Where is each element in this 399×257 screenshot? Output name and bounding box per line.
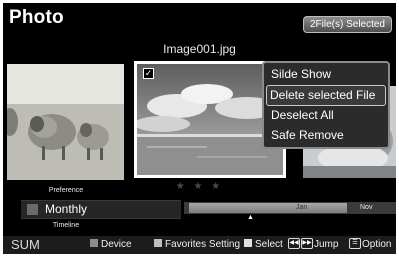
view-mode-selector[interactable]: Monthly — [21, 200, 181, 219]
favorites-label: Favorites Setting — [165, 239, 241, 250]
selected-checkbox[interactable]: ✓ — [143, 68, 154, 79]
timeline-progress — [189, 203, 347, 213]
select-button[interactable]: Select — [244, 236, 283, 254]
favorites-setting-button[interactable]: Favorites Setting — [154, 236, 240, 254]
menu-item-deselect-all[interactable]: Deselect All — [266, 106, 386, 126]
favorites-color-key-icon — [154, 239, 162, 248]
select-label: Select — [255, 239, 283, 250]
photo-browser-screen: Photo 2File(s) Selected Image001.jpg ✓ S… — [3, 3, 396, 254]
preference-label: Preference — [48, 187, 84, 194]
rewind-icon: ◀◀ — [288, 237, 300, 249]
device-color-key-icon — [90, 239, 98, 248]
jump-label: Jump — [314, 239, 339, 250]
sum-label: SUM — [11, 237, 40, 252]
tools-icon: ☰ — [349, 237, 361, 249]
calendar-icon — [27, 204, 38, 215]
thumbnail-previous[interactable] — [7, 64, 124, 180]
option-context-menu: Silde Show Delete selected File Deselect… — [262, 61, 390, 149]
timeline-month-next: Nov — [360, 204, 373, 211]
menu-item-slide-show[interactable]: Silde Show — [266, 65, 386, 85]
select-color-key-icon — [244, 239, 252, 248]
device-label: Device — [101, 239, 132, 250]
current-filename: Image001.jpg — [163, 42, 236, 56]
timeline-label: Timeline — [52, 222, 80, 229]
jump-button[interactable]: ◀◀ ▶▶ Jump — [288, 236, 338, 254]
selection-count-badge: 2File(s) Selected — [302, 16, 392, 33]
option-button[interactable]: ☰ Option — [349, 236, 391, 254]
footer-bar: SUM Device Favorites Setting Select ◀◀ ▶▶… — [3, 236, 396, 254]
device-button[interactable]: Device — [90, 236, 132, 254]
timeline-track[interactable]: Jan Nov — [184, 202, 396, 214]
option-label: Option — [362, 239, 392, 250]
menu-item-delete-selected-file[interactable]: Delete selected File — [266, 84, 386, 106]
menu-item-safe-remove[interactable]: Safe Remove — [266, 126, 386, 146]
timeline-month-current: Jan — [296, 204, 308, 211]
sheep-photo — [7, 64, 124, 180]
fast-forward-icon: ▶▶ — [301, 237, 313, 249]
view-mode-label: Monthly — [45, 202, 88, 216]
page-title: Photo — [9, 7, 64, 28]
timeline-marker-icon: ▲ — [247, 214, 254, 221]
